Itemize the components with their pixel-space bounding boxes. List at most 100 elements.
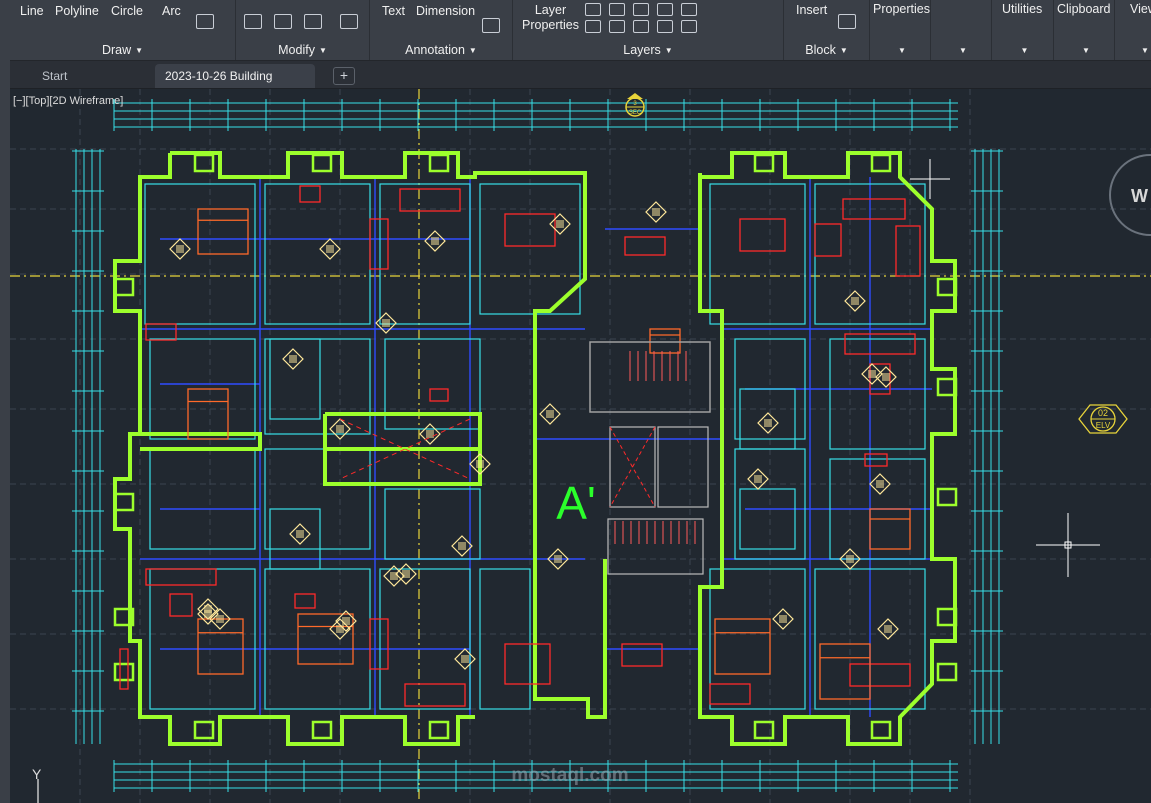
elevation-marker-number: 02	[1098, 408, 1108, 418]
chevron-down-icon: ▼	[898, 46, 906, 55]
chevron-down-icon: ▼	[1020, 46, 1029, 55]
table-icon[interactable]	[482, 18, 500, 33]
elevation-marker[interactable]: 02 ELV	[1078, 404, 1128, 434]
room-outline	[149, 448, 256, 550]
window-bay	[113, 277, 135, 297]
mirror-icon[interactable]	[244, 14, 262, 29]
layer-on-icon[interactable]	[609, 20, 625, 33]
tab-building-a[interactable]: 2023-10-26 Building A*✕	[155, 64, 315, 107]
left-edge	[0, 60, 10, 803]
fillet-icon[interactable]	[274, 14, 292, 29]
tab-start[interactable]: Start	[32, 64, 144, 88]
window-bay	[113, 662, 135, 682]
layer-thaw-icon[interactable]	[633, 20, 649, 33]
layers-panel-title[interactable]: Layers ▼	[513, 43, 783, 57]
window-bay	[428, 720, 450, 740]
layer-walk-icon[interactable]	[681, 20, 697, 33]
drawing-viewport[interactable]: 3 SEC 02 ELV A' W Y mostaql.com [−][Top]…	[10, 89, 1151, 803]
room-tag-fill	[326, 245, 334, 253]
room-tag-fill	[779, 615, 787, 623]
window-bay	[311, 153, 333, 173]
furniture-piece	[404, 683, 466, 707]
properties-panel[interactable]: Properties ▼	[870, 0, 931, 60]
room-tag-fill	[884, 625, 892, 633]
modify-panel-title[interactable]: Modify ▼	[236, 43, 369, 57]
layer-unlock-icon[interactable]	[657, 20, 673, 33]
layer-properties-label-1: Layer	[534, 3, 567, 17]
offset-icon[interactable]	[340, 14, 358, 29]
section-marker-label: SEC	[629, 110, 642, 116]
compass-letter: W	[1131, 186, 1148, 206]
utilities-panel[interactable]: Utilities ▼	[992, 0, 1054, 60]
layers-panel: Layer Properties Layers ▼	[513, 0, 784, 60]
room-tag-fill	[458, 542, 466, 550]
window-bay	[870, 153, 892, 173]
room-tag-fill	[764, 419, 772, 427]
bed-frame	[197, 618, 244, 675]
furniture-piece	[864, 453, 888, 467]
layer-freeze-icon[interactable]	[609, 3, 625, 16]
room-tag-fill	[382, 319, 390, 327]
room-outline	[379, 568, 471, 710]
modify-panel: Modify ▼	[236, 0, 370, 60]
view-panel[interactable]: View ▼	[1115, 0, 1151, 60]
clipboard-panel[interactable]: Clipboard ▼	[1054, 0, 1115, 60]
room-tag-fill	[426, 430, 434, 438]
section-marker-top[interactable]: 3 SEC	[625, 93, 645, 117]
polyline-tool[interactable]: Polyline	[55, 4, 99, 18]
section-marker-arrow	[627, 93, 643, 99]
array-icon[interactable]	[304, 14, 322, 29]
new-tab-button[interactable]: +	[333, 67, 355, 85]
room-tag-fill	[652, 208, 660, 216]
block-panel-title[interactable]: Block ▼	[784, 43, 869, 57]
viewport-control-minimize[interactable]: [−]	[13, 95, 26, 107]
dimension-tool[interactable]: Dimension	[416, 4, 475, 18]
floor-plan-drawing[interactable]: 3 SEC 02 ELV A' W Y mostaql.com	[10, 89, 1151, 803]
groups-panel[interactable]: ▼	[931, 0, 992, 60]
ucs-axis-label: Y	[32, 766, 42, 782]
room-outline	[379, 183, 471, 325]
block-editor-icon[interactable]	[838, 14, 856, 29]
annotation-title-text: Annotation	[405, 43, 465, 57]
layer-isolate-icon[interactable]	[681, 3, 697, 16]
text-tool[interactable]: Text	[382, 4, 405, 18]
layer-state-icon[interactable]	[585, 3, 601, 16]
viewport-control-view[interactable]: [Top]	[26, 95, 50, 107]
draw-more-icon[interactable]	[196, 14, 214, 29]
draw-panel: Line Polyline Circle Arc Draw ▼	[10, 0, 236, 60]
circle-tool[interactable]: Circle	[111, 4, 143, 18]
room-outline	[709, 568, 806, 710]
furniture-piece	[504, 643, 551, 685]
window-bay	[936, 487, 958, 507]
furniture-piece	[709, 683, 751, 705]
furniture-piece	[145, 568, 217, 586]
layer-lock-icon[interactable]	[633, 3, 649, 16]
layer-match-icon[interactable]	[657, 3, 673, 16]
line-tool[interactable]: Line	[20, 4, 44, 18]
furniture-piece	[169, 593, 193, 617]
room-outline	[739, 488, 796, 550]
room-tag-fill	[754, 475, 762, 483]
arc-tool[interactable]: Arc	[162, 4, 181, 18]
chevron-down-icon: ▼	[839, 46, 848, 55]
section-marker-number: 3	[633, 101, 637, 107]
draw-title-text: Draw	[101, 43, 132, 57]
layer-properties-button[interactable]: Layer Properties	[522, 3, 579, 33]
room-tag-fill	[289, 355, 297, 363]
layer-off-icon[interactable]	[585, 20, 601, 33]
viewport-control-visual-style[interactable]: [2D Wireframe]	[49, 95, 123, 107]
watermark: mostaql.com	[511, 765, 628, 786]
bed-frame	[869, 508, 911, 550]
draw-panel-title[interactable]: Draw ▼	[10, 43, 235, 57]
window-bay	[870, 720, 892, 740]
bed-frame	[187, 388, 229, 440]
furniture-piece	[844, 333, 916, 355]
annotation-panel-title[interactable]: Annotation ▼	[370, 43, 512, 57]
room-tag-fill	[431, 237, 439, 245]
furniture-piece	[399, 188, 461, 212]
room-tag-fill	[336, 425, 344, 433]
insert-button[interactable]: Insert	[796, 3, 827, 17]
window-bay	[311, 720, 333, 740]
viewcube-compass[interactable]: W	[1109, 154, 1151, 236]
ucs-icon: Y	[32, 766, 42, 803]
